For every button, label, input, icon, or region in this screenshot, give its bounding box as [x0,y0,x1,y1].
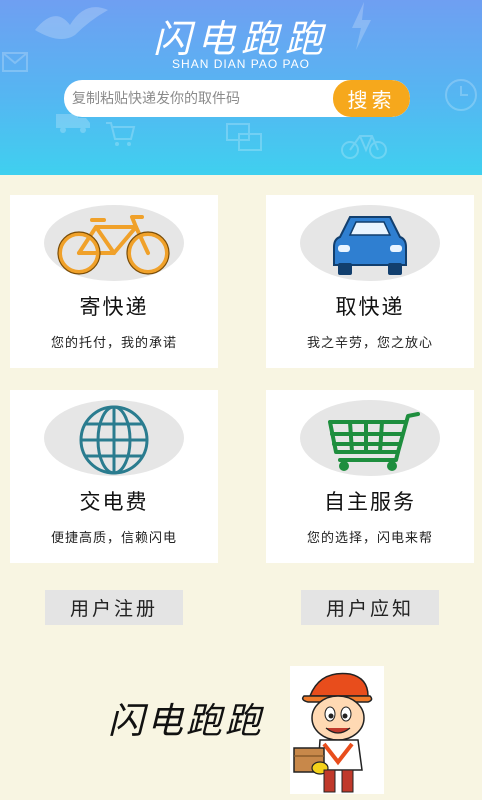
pickup-express-card[interactable]: 取快递 我之辛劳，您之放心 [266,195,474,368]
search-input[interactable] [64,80,342,117]
app-subtitle: SHAN DIAN PAO PAO [172,57,310,71]
bike-deco-icon [341,135,387,159]
car-icon [333,216,407,275]
header-banner: 闪电跑跑 SHAN DIAN PAO PAO 搜索 [0,0,482,175]
card-title: 自主服务 [324,490,416,514]
bicycle-icon [57,215,170,275]
icon-oval [44,400,184,476]
footer-brand: 闪电跑跑 [108,701,265,742]
app-title: 闪电跑跑 [152,17,329,61]
card-title: 寄快递 [79,295,149,319]
search-bar: 搜索 [64,80,410,117]
shopping-cart-icon [328,412,420,471]
icon-oval [44,205,184,281]
pay-electricity-card[interactable]: 交电费 便捷高质，信赖闪电 [10,390,218,563]
card-title: 取快递 [335,295,405,319]
card-description: 我之辛劳，您之放心 [306,336,433,351]
card-description: 您的选择，闪电来帮 [306,531,433,546]
cart-deco-icon [106,122,136,146]
card-description: 您的托付，我的承诺 [50,336,177,351]
user-notice-button[interactable]: 用户应知 [301,590,439,625]
clock-icon [445,79,477,111]
card-title: 交电费 [79,490,149,514]
self-service-card[interactable]: 自主服务 您的选择，闪电来帮 [266,390,474,563]
globe-icon [79,405,149,475]
search-button[interactable]: 搜索 [333,80,410,117]
icon-oval [300,400,440,476]
send-express-card[interactable]: 寄快递 您的托付，我的承诺 [10,195,218,368]
delivery-boy-mascot [290,666,384,794]
card-description: 便捷高质，信赖闪电 [50,531,177,546]
user-register-button[interactable]: 用户注册 [45,590,183,625]
icon-oval [300,205,440,281]
box-deco-icon [226,123,262,151]
